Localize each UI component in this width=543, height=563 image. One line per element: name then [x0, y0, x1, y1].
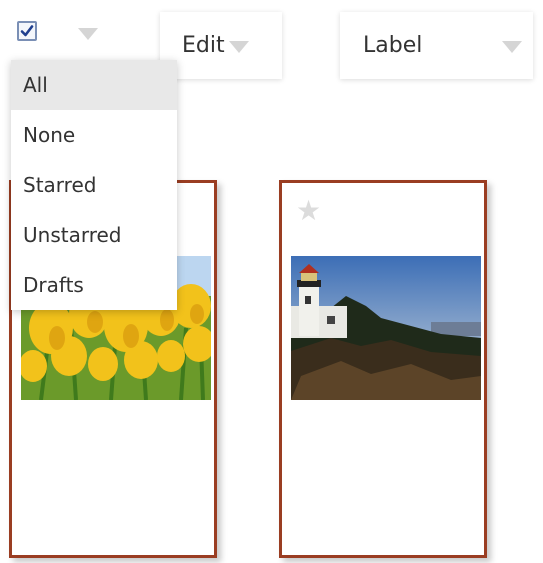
label-button-label: Label: [363, 33, 423, 58]
menu-item-none[interactable]: None: [11, 110, 177, 160]
checkmark-icon: [20, 25, 34, 37]
edit-button-label: Edit: [182, 33, 225, 58]
photo-card-lighthouse[interactable]: ★: [279, 180, 487, 558]
menu-item-starred[interactable]: Starred: [11, 160, 177, 210]
lighthouse-image: [291, 256, 481, 400]
select-menu-caret-icon[interactable]: [78, 28, 98, 40]
menu-item-unstarred[interactable]: Unstarred: [11, 210, 177, 260]
star-icon[interactable]: ★: [296, 197, 321, 225]
chevron-down-icon: [228, 41, 249, 53]
select-all-checkbox[interactable]: [17, 21, 37, 41]
select-dropdown-menu: All None Starred Unstarred Drafts: [11, 60, 177, 310]
chevron-down-icon: [502, 41, 522, 53]
menu-item-all[interactable]: All: [11, 60, 177, 110]
menu-item-drafts[interactable]: Drafts: [11, 260, 177, 310]
lighthouse-thumbnail[interactable]: [291, 256, 481, 400]
edit-button[interactable]: Edit: [160, 12, 282, 79]
label-button[interactable]: Label: [340, 12, 533, 79]
